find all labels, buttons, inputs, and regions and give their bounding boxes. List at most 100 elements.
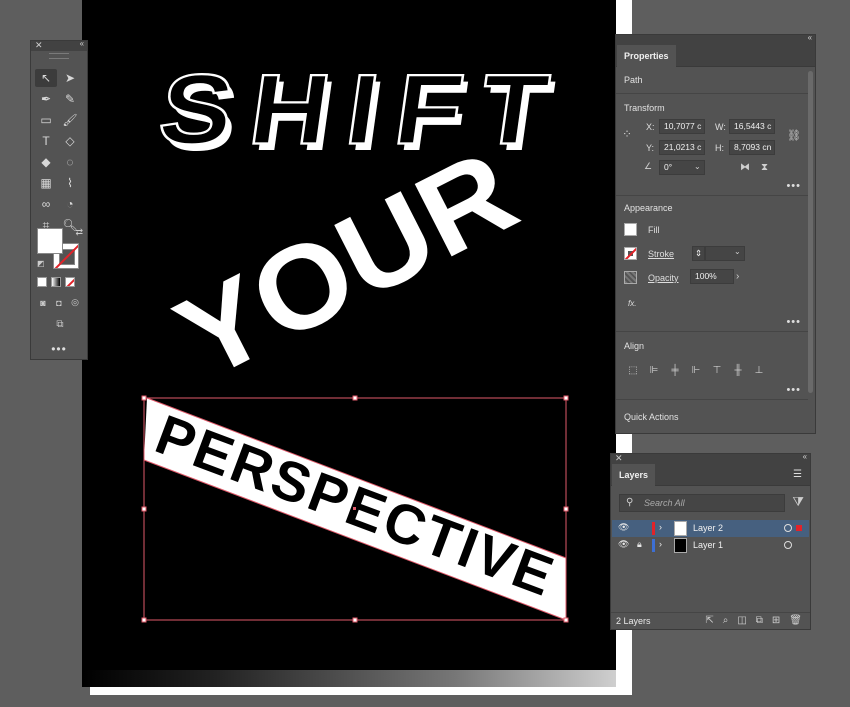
stroke-swatch[interactable] — [624, 247, 637, 260]
align-top-icon[interactable]: ⊤ — [710, 363, 724, 377]
align-to-icon[interactable]: ⬚ — [626, 363, 640, 377]
panel-menu-icon[interactable]: ☰ — [793, 469, 802, 480]
drag-grip[interactable] — [49, 53, 69, 59]
fill-swatch[interactable] — [37, 228, 63, 254]
flip-horizontal-icon[interactable]: ⧓ — [740, 162, 750, 173]
shaper-tool-icon[interactable]: ◇ — [59, 132, 81, 150]
width-field[interactable]: 16,5443 c — [729, 119, 775, 134]
align-vertical-center-icon[interactable]: ╫ — [731, 363, 745, 377]
visibility-eye-icon[interactable]: 👁︎ — [618, 539, 629, 550]
divider — [616, 93, 808, 94]
layer-row-layer-1[interactable]: 👁︎ 🔒︎ › Layer 1 — [612, 537, 809, 554]
fx-icon[interactable]: fx. — [628, 299, 636, 308]
handle-bm[interactable] — [352, 617, 358, 623]
handle-ml[interactable] — [141, 506, 147, 512]
collapse-icon[interactable]: ‹‹ — [803, 452, 807, 461]
gradient-mode-icon[interactable] — [51, 277, 61, 287]
handle-tl[interactable] — [141, 395, 147, 401]
layers-search-input[interactable]: ⚲ Search All — [619, 494, 785, 512]
eyedropper-tool-icon[interactable]: ⌇ — [59, 174, 81, 192]
draw-inside-icon[interactable]: ◎ — [69, 297, 81, 308]
chevron-down-icon[interactable]: ⌄ — [694, 162, 701, 171]
close-icon[interactable]: ✕ — [35, 40, 43, 51]
direct-selection-tool-icon[interactable]: ➤ — [59, 69, 81, 87]
layer-name[interactable]: Layer 2 — [693, 523, 723, 533]
handle-tm[interactable] — [352, 395, 358, 401]
appearance-more-button[interactable]: ••• — [786, 316, 801, 328]
collapse-icon[interactable]: ‹‹ — [808, 33, 812, 42]
delete-icon[interactable]: 🗑︎ — [789, 615, 802, 626]
properties-panel-header: ‹‹ — [616, 33, 815, 45]
export-icon[interactable]: ⇱ — [705, 615, 713, 626]
stroke-weight-stepper[interactable]: ⇕ — [692, 246, 705, 261]
handle-tr[interactable] — [563, 395, 569, 401]
edit-toolbar-button[interactable]: ••• — [31, 342, 87, 356]
pen-tool-icon[interactable]: ✒ — [35, 90, 57, 108]
shape-builder-tool-icon[interactable]: ◔ — [59, 195, 81, 213]
new-layer-icon[interactable]: ⊞ — [772, 615, 780, 626]
target-icon[interactable] — [784, 524, 792, 532]
locate-object-icon[interactable]: ⌕ — [723, 615, 729, 626]
draw-modes: ◙ ◘ ◎ — [37, 297, 81, 308]
tab-properties[interactable]: Properties — [617, 45, 676, 67]
x-label: X: — [646, 122, 655, 132]
lock-icon[interactable]: 🔒︎ — [637, 539, 642, 550]
handle-mr[interactable] — [563, 506, 569, 512]
constrain-proportions-icon[interactable]: ⛓ — [787, 129, 801, 142]
selection-indicator[interactable] — [796, 525, 802, 531]
selection-tool-icon[interactable]: ↖ — [35, 69, 57, 87]
new-sublayer-icon[interactable]: ⧉ — [756, 615, 763, 626]
draw-behind-icon[interactable]: ◘ — [53, 297, 65, 308]
x-field[interactable]: 10,7077 c — [659, 119, 705, 134]
align-more-button[interactable]: ••• — [786, 384, 801, 396]
lasso-tool-icon[interactable]: ◌ — [59, 153, 81, 171]
eraser-tool-icon[interactable]: ◆ — [35, 153, 57, 171]
align-bottom-icon[interactable]: ⊥ — [752, 363, 766, 377]
paintbrush-tool-icon[interactable]: 🖌 — [59, 111, 81, 129]
align-right-icon[interactable]: ⊩ — [689, 363, 703, 377]
tab-layers[interactable]: Layers — [612, 464, 656, 486]
gradient-tool-icon[interactable]: ▦ — [35, 174, 57, 192]
layer-name[interactable]: Layer 1 — [693, 540, 723, 550]
collapse-icon[interactable]: ‹‹ — [80, 39, 84, 48]
target-icon[interactable] — [784, 541, 792, 549]
default-fill-stroke-icon[interactable]: ◩ — [37, 259, 45, 268]
tool-grid: ↖ ➤ ✒ ✎ ▭ 🖌 T ◇ ◆ ◌ ▦ ⌇ ∞ ◔ ⌗ 🔍︎ — [35, 69, 85, 234]
blend-tool-icon[interactable]: ∞ — [35, 195, 57, 213]
filter-icon[interactable]: ⧩ — [792, 494, 804, 510]
flip-vertical-icon[interactable]: ⧗ — [761, 162, 768, 173]
handle-br[interactable] — [563, 617, 569, 623]
align-horizontal-center-icon[interactable]: ╪ — [668, 363, 682, 377]
chevron-right-icon[interactable]: › — [736, 271, 739, 282]
rectangle-tool-icon[interactable]: ▭ — [35, 111, 57, 129]
fill-swatch[interactable] — [624, 223, 637, 236]
reference-point-icon[interactable]: ⁘ — [622, 127, 632, 141]
properties-scrollbar[interactable] — [808, 71, 813, 393]
height-field[interactable]: 8,7093 cn — [729, 140, 775, 155]
path-label: Path — [624, 75, 643, 85]
close-icon[interactable]: ✕ — [615, 453, 623, 464]
chevron-down-icon[interactable]: ⌄ — [734, 247, 741, 256]
divider — [616, 399, 808, 400]
screen-mode-icon[interactable]: ⧉ — [51, 319, 69, 331]
draw-normal-icon[interactable]: ◙ — [37, 297, 49, 308]
opacity-label[interactable]: Opacity — [648, 273, 679, 283]
align-left-icon[interactable]: ⊫ — [647, 363, 661, 377]
visibility-eye-icon[interactable]: 👁︎ — [618, 522, 629, 533]
clipping-mask-icon[interactable]: ◫ — [737, 615, 746, 626]
stroke-label[interactable]: Stroke — [648, 249, 674, 259]
y-field[interactable]: 21,0213 c — [659, 140, 705, 155]
handle-bl[interactable] — [141, 617, 147, 623]
color-mode-icon[interactable] — [37, 277, 47, 287]
layer-row-layer-2[interactable]: 👁︎ › Layer 2 — [612, 520, 809, 537]
transform-more-button[interactable]: ••• — [786, 180, 801, 192]
none-mode-icon[interactable] — [65, 277, 75, 287]
search-icon: ⚲ — [626, 497, 634, 508]
type-tool-icon[interactable]: T — [35, 132, 57, 150]
opacity-field[interactable]: 100% — [690, 269, 734, 284]
expand-chevron-icon[interactable]: › — [659, 539, 662, 549]
swap-fill-stroke-icon[interactable]: ⇄ — [75, 227, 83, 238]
shift-text-group[interactable]: SHIFT SHIFT — [152, 54, 560, 172]
curvature-tool-icon[interactable]: ✎ — [59, 90, 81, 108]
expand-chevron-icon[interactable]: › — [659, 522, 662, 532]
